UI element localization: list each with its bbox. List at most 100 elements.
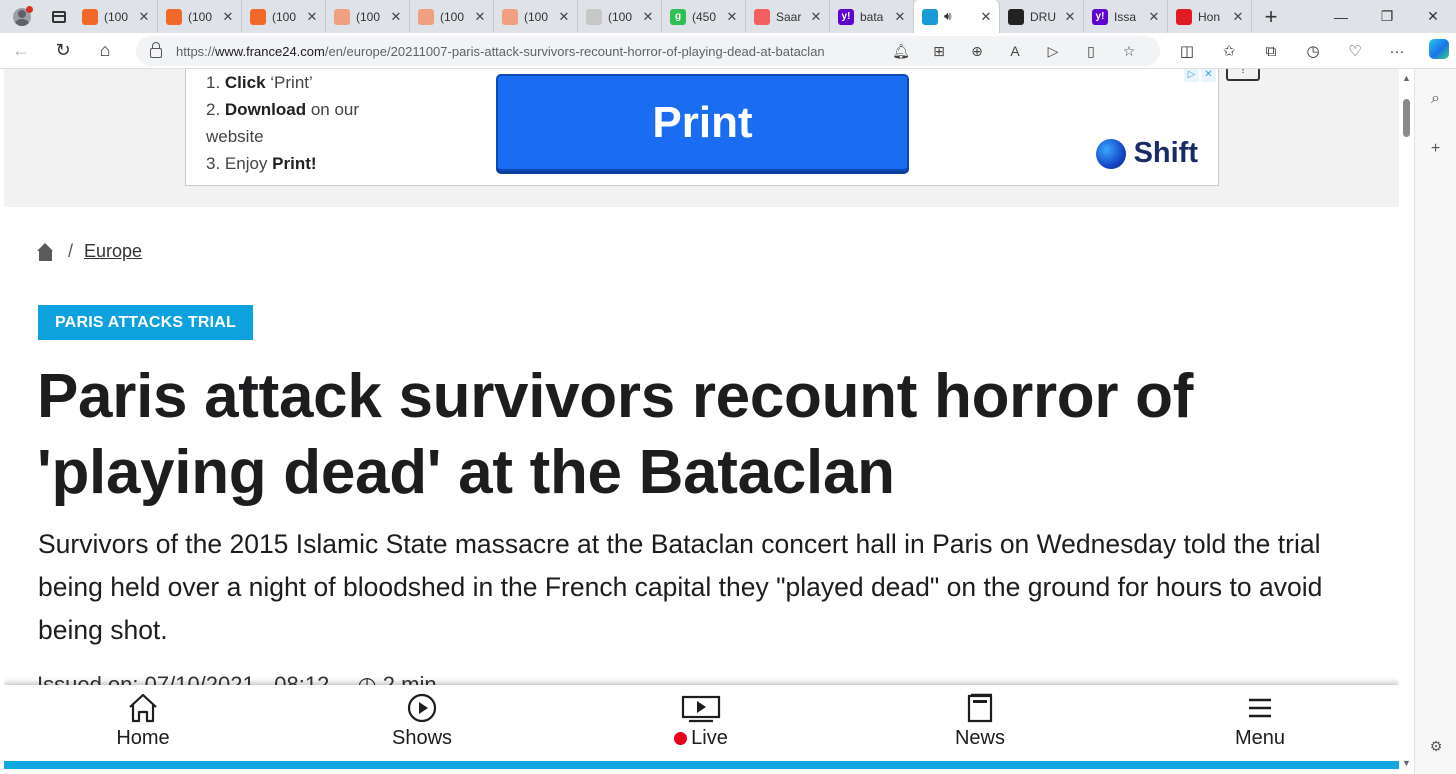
page-scrollbar[interactable]: ▲ ▼ [1399,69,1414,774]
tab-close-icon[interactable]: ✕ [557,9,571,25]
copilot-icon[interactable] [1418,39,1456,63]
zoom-icon[interactable]: ⊕ [958,43,996,60]
browser-essentials-icon[interactable]: ♡ [1334,42,1376,60]
tab-title: (100 [188,9,213,24]
browser-tab[interactable]: (100 ✕ [326,0,410,33]
browser-tab[interactable]: (100 ✕ [494,0,578,33]
url-text[interactable]: https://www.france24.com/en/europe/20211… [176,44,825,59]
sidebar-settings-gear-icon[interactable]: ⚙ [1415,726,1456,766]
tab-close-icon[interactable]: ✕ [473,9,487,25]
bottom-accent-stripe [4,761,1399,769]
browser-tab[interactable]: Hon ✕ [1168,0,1252,33]
ad-zone: 1. Click ‘Print’ 2. Download on our webs… [4,69,1399,207]
home-button[interactable]: ⌂ [84,33,126,69]
media-icon[interactable]: ▷ [1034,43,1072,60]
home-icon[interactable] [37,242,54,261]
image-icon [586,8,602,25]
bookmark-icon [82,8,98,25]
maximize-button[interactable]: ❐ [1364,0,1410,33]
tab-close-icon[interactable]: ✕ [809,9,823,25]
browser-tab[interactable]: (100 ✕ [242,0,326,33]
ad-print-button[interactable]: Print [496,74,909,171]
tab-close-icon[interactable]: ✕ [725,9,739,25]
speaker-icon[interactable]: 🔊︎ [944,9,952,24]
profile-button[interactable] [0,0,44,33]
bell-icon[interactable]: 🔔︎ [882,43,920,60]
browser-tab[interactable]: 🔊︎ ✕ [914,0,1000,33]
scroll-thumb[interactable] [1403,99,1410,137]
url-scheme: https:// [176,43,216,59]
close-window-button[interactable]: ✕ [1410,0,1456,33]
newspaper-icon [967,693,993,723]
hamburger-menu-icon [1249,698,1271,718]
ad-feedback-icon[interactable]: ! [1226,69,1260,81]
tab-actions-icon [52,10,66,23]
tab-close-icon[interactable]: ✕ [221,9,235,25]
split-screen-icon[interactable]: ◫ [1166,42,1208,60]
browser-tab[interactable]: Saar ✕ [746,0,830,33]
bookmark-icon [334,8,350,25]
nav-shows[interactable]: Shows [352,693,492,750]
minimize-button[interactable]: — [1318,0,1364,33]
favorite-star-icon[interactable]: ☆ [1110,43,1148,60]
browser-tab[interactable]: (100 ✕ [410,0,494,33]
immersive-reader-icon[interactable]: ▯ [1072,43,1110,60]
tab-title: (450 [692,9,717,24]
more-menu-icon[interactable]: ··· [1376,43,1418,60]
browser-tab[interactable]: (100 ✕ [158,0,242,33]
browser-toolbar: ← ↻ ⌂ https://www.france24.com/en/europe… [0,33,1456,69]
tab-close-icon[interactable]: ✕ [137,9,151,25]
browser-tab[interactable]: y! Issa ✕ [1084,0,1168,33]
tab-close-icon[interactable]: ✕ [641,9,655,25]
address-bar[interactable]: https://www.france24.com/en/europe/20211… [136,36,1160,66]
nav-news[interactable]: News [910,693,1050,750]
browser-tab[interactable]: DRU ✕ [1000,0,1084,33]
tab-close-icon[interactable]: ✕ [1147,9,1161,25]
france24-icon [922,8,938,25]
live-tv-icon [681,695,721,723]
breadcrumb: / Europe [37,241,142,262]
sidebar-search-icon[interactable]: ⌕ [1415,79,1456,119]
back-button[interactable]: ← [0,33,42,69]
tab-title: (100 [356,9,381,24]
ad-close-icon[interactable]: ✕ [1201,69,1216,82]
browser-tab[interactable]: (100 ✕ [74,0,158,33]
tab-actions-button[interactable] [44,0,74,33]
article-tag[interactable]: PARIS ATTACKS TRIAL [38,305,253,340]
breadcrumb-europe-link[interactable]: Europe [84,241,142,262]
news-icon [1176,8,1192,25]
nav-home[interactable]: Home [73,693,213,750]
tab-close-icon[interactable]: ✕ [305,9,319,25]
scroll-up-arrow-icon[interactable]: ▲ [1399,73,1414,83]
read-aloud-icon[interactable]: A [996,43,1034,59]
apps-icon[interactable]: ⊞ [920,43,958,60]
refresh-button[interactable]: ↻ [42,33,84,69]
ad-info-icon[interactable]: ▷ [1184,69,1199,82]
advertisement-banner[interactable]: 1. Click ‘Print’ 2. Download on our webs… [185,69,1219,186]
scroll-down-arrow-icon[interactable]: ▼ [1399,758,1414,768]
tab-title: Issa [1114,9,1137,24]
tab-close-icon[interactable]: ✕ [893,9,907,25]
browser-tab[interactable]: g (450 ✕ [662,0,746,33]
bookmark-icon [502,8,518,25]
sidebar-add-icon[interactable]: + [1415,129,1456,169]
play-circle-icon [407,693,437,723]
url-host: www.france24.com [215,43,325,59]
ad-brand: Shift [1095,137,1198,170]
tab-close-icon[interactable]: ✕ [389,9,403,25]
tab-strip: (100 ✕ (100 ✕ (100 ✕ (100 ✕ (100 ✕ (100 ✕ (100 ✕ g (450… [0,0,1456,33]
history-icon[interactable]: ◷ [1292,42,1334,60]
new-tab-button[interactable]: + [1252,0,1290,33]
favorites-icon[interactable]: ✩ [1208,42,1250,60]
url-path: /en/europe/20211007-paris-attack-survivo… [324,43,825,59]
tab-close-icon[interactable]: ✕ [1063,9,1077,25]
browser-tab[interactable]: (100 ✕ [578,0,662,33]
browser-tab[interactable]: y! bata ✕ [830,0,914,33]
bookmark-icon [418,8,434,25]
collections-icon[interactable]: ⧉ [1250,43,1292,60]
nav-menu[interactable]: Menu [1190,693,1330,750]
nav-live[interactable]: Live [631,693,771,750]
tab-close-icon[interactable]: ✕ [979,9,993,25]
drudge-icon [1008,8,1024,25]
tab-close-icon[interactable]: ✕ [1231,9,1245,25]
